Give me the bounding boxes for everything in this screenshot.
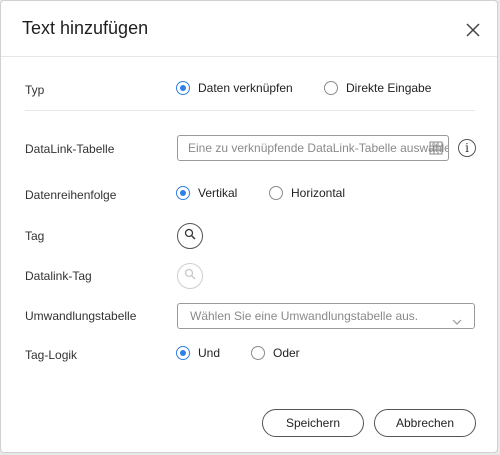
conversion-table-select[interactable]: Wählen Sie eine Umwandlungstabelle aus.: [177, 303, 475, 329]
tag-logic-row: Tag-Logik Und Oder: [1, 340, 497, 370]
chevron-down-icon: [452, 311, 462, 325]
datalink-table-placeholder: Eine zu verknüpfende DataLink-Tabelle au…: [188, 141, 449, 155]
conversion-table-label: Umwandlungstabelle: [25, 309, 137, 323]
datalink-tag-row: Datalink-Tag: [1, 261, 497, 291]
tag-label: Tag: [25, 229, 45, 243]
radio-vertikal[interactable]: Vertikal: [176, 186, 237, 200]
data-order-label: Datenreihenfolge: [25, 188, 117, 202]
dialog-title: Text hinzufügen: [22, 18, 149, 38]
radio-direkte-eingabe[interactable]: Direkte Eingabe: [324, 81, 431, 95]
radio-label: Daten verknüpfen: [198, 81, 293, 95]
close-icon[interactable]: [463, 20, 483, 40]
data-order-row: Datenreihenfolge Vertikal Horizontal: [1, 180, 497, 210]
divider: [25, 110, 475, 111]
tag-row: Tag: [1, 221, 497, 251]
datalink-tag-search-button[interactable]: [177, 263, 203, 289]
dialog-header: Text hinzufügen: [1, 1, 497, 57]
tag-logic-label: Tag-Logik: [25, 348, 78, 362]
conversion-table-placeholder: Wählen Sie eine Umwandlungstabelle aus.: [190, 309, 419, 323]
radio-circle: [176, 186, 190, 200]
radio-circle: [324, 81, 338, 95]
table-icon[interactable]: [429, 141, 443, 155]
datalink-tag-label: Datalink-Tag: [25, 269, 92, 283]
typ-label: Typ: [25, 83, 45, 97]
radio-label: Horizontal: [291, 186, 346, 200]
radio-circle: [251, 346, 265, 360]
datalink-table-input[interactable]: Eine zu verknüpfende DataLink-Tabelle au…: [177, 135, 449, 161]
search-icon: [184, 267, 196, 285]
tag-search-button[interactable]: [177, 223, 203, 249]
radio-label: Vertikal: [198, 186, 238, 200]
search-icon: [184, 227, 196, 245]
radio-circle: [269, 186, 283, 200]
radio-horizontal[interactable]: Horizontal: [269, 186, 345, 200]
radio-und[interactable]: Und: [176, 346, 220, 360]
radio-daten-verknuepfen[interactable]: Daten verknüpfen: [176, 81, 293, 95]
datalink-table-label: DataLink-Tabelle: [25, 142, 115, 156]
add-text-dialog: Text hinzufügen Typ Daten verknüpfen Dir…: [0, 0, 498, 453]
info-icon[interactable]: i: [458, 139, 476, 157]
radio-label: Oder: [273, 346, 300, 360]
radio-oder[interactable]: Oder: [251, 346, 300, 360]
radio-label: Direkte Eingabe: [346, 81, 432, 95]
typ-row: Typ Daten verknüpfen Direkte Eingabe: [1, 75, 497, 105]
cancel-button[interactable]: Abbrechen: [374, 409, 476, 437]
radio-circle: [176, 346, 190, 360]
radio-label: Und: [198, 346, 221, 360]
save-button[interactable]: Speichern: [262, 409, 364, 437]
radio-circle: [176, 81, 190, 95]
